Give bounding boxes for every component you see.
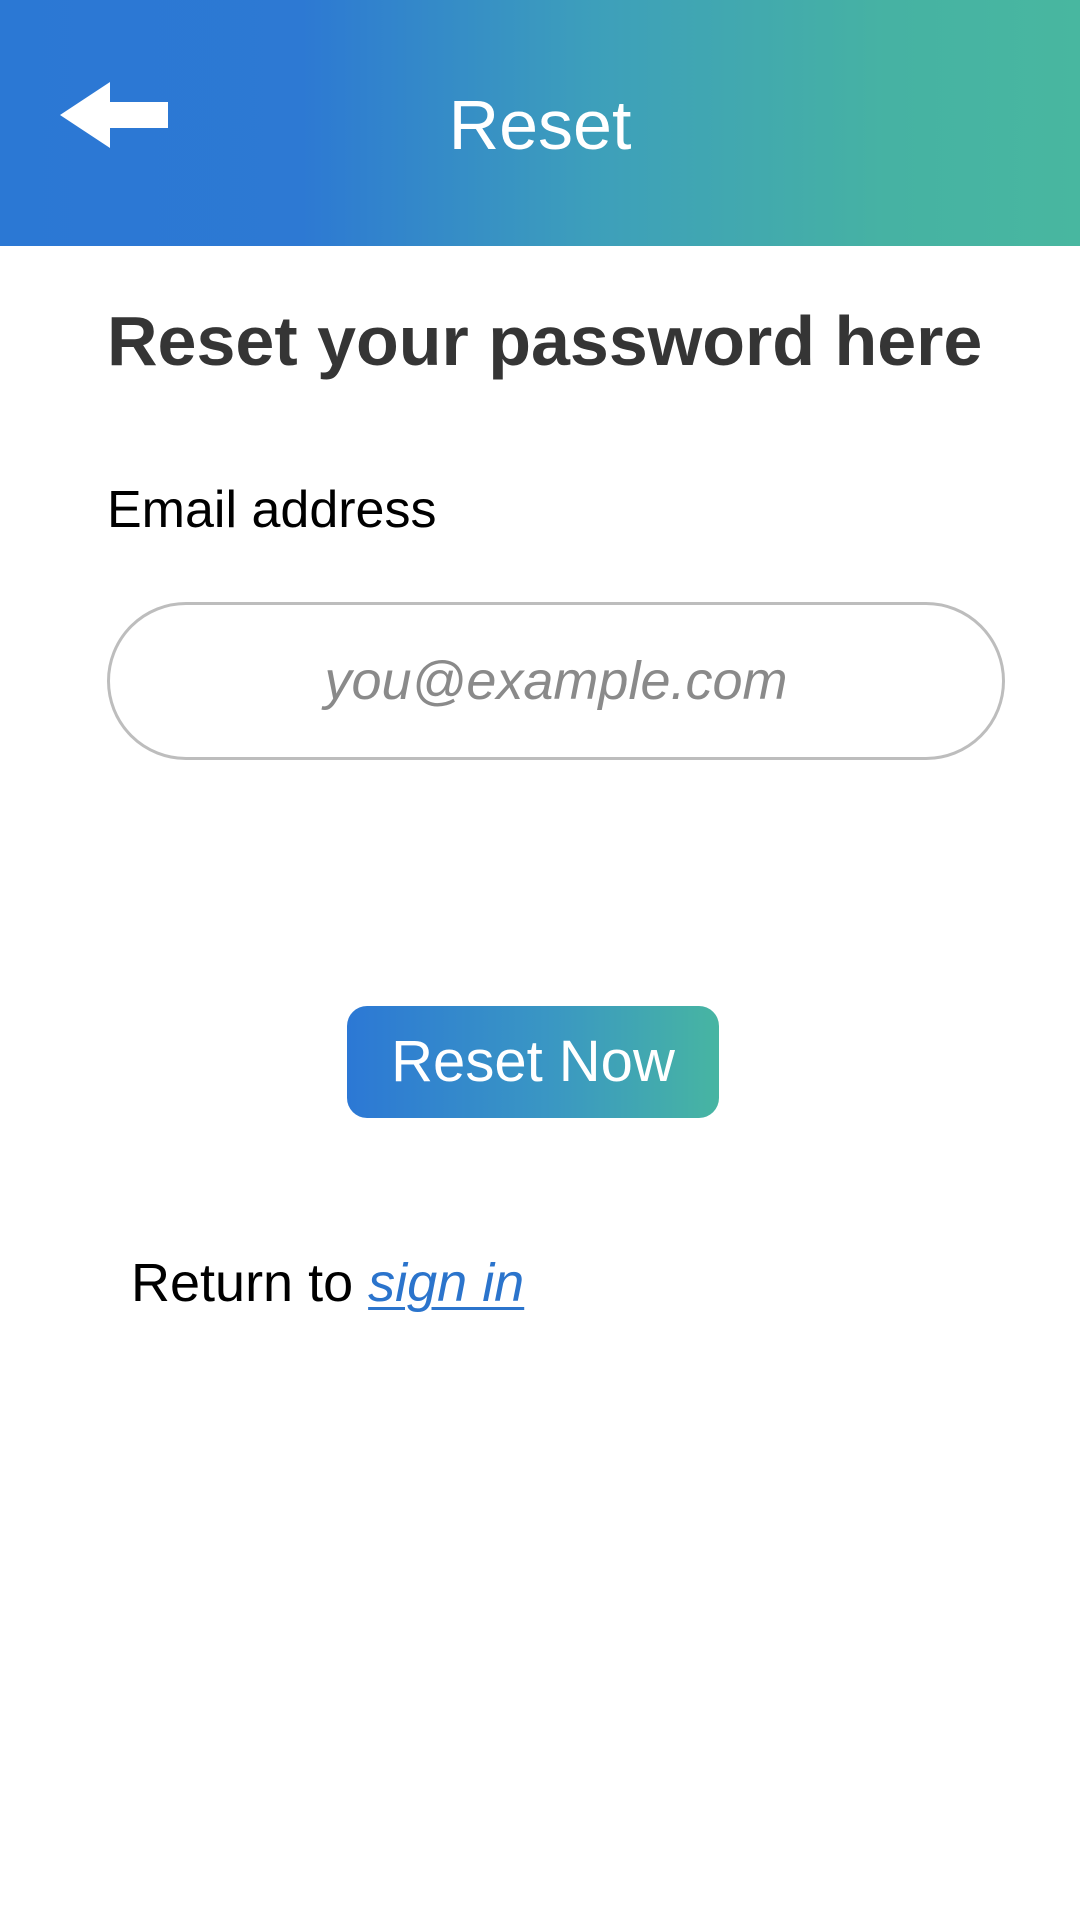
sign-in-link[interactable]: sign in xyxy=(368,1253,524,1313)
email-input[interactable] xyxy=(107,602,1005,760)
page-heading: Reset your password here xyxy=(107,302,983,380)
reset-now-button[interactable]: Reset Now xyxy=(347,1006,719,1118)
email-label: Email address xyxy=(107,481,437,539)
header-title: Reset xyxy=(448,86,632,164)
app-header: Reset xyxy=(0,0,1080,246)
reset-password-screen: Reset Reset your password here Email add… xyxy=(0,0,1080,1920)
return-to-sign-in: Return to sign in xyxy=(131,1250,524,1316)
return-text: Return to xyxy=(131,1253,369,1313)
